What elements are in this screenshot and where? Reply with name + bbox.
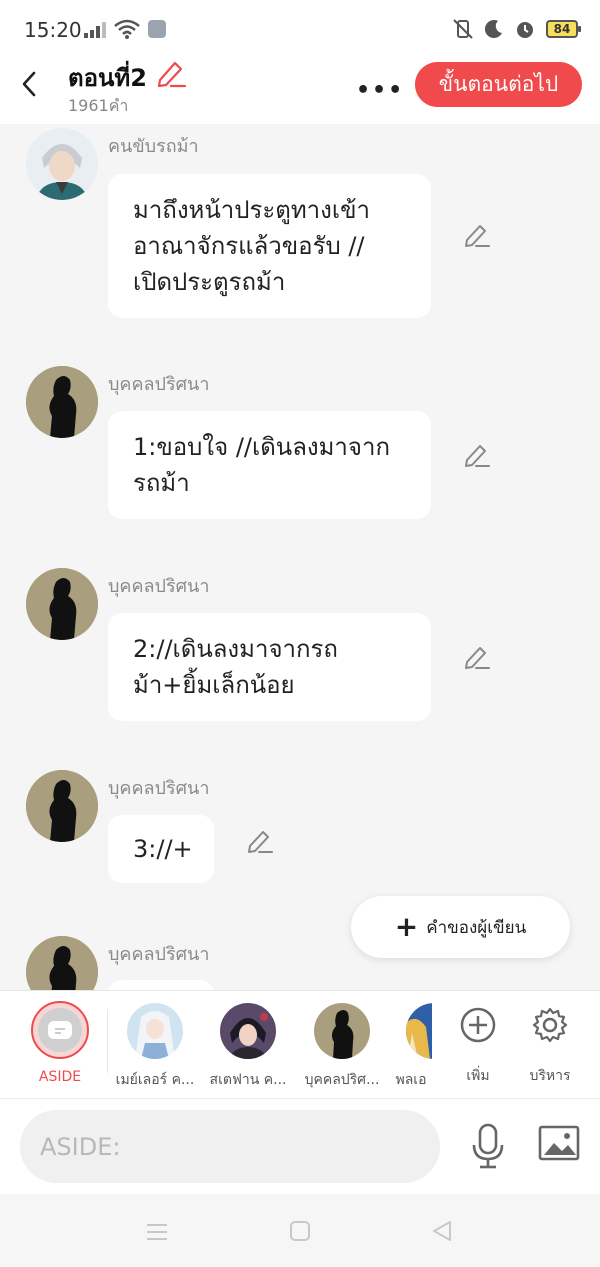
edit-message-icon[interactable] [463,222,491,248]
app-badge-icon [148,20,166,38]
wifi-icon [114,19,140,39]
speaker-name: บุคคลปริศนา [108,374,210,395]
edit-title-icon[interactable] [155,58,187,88]
message-bubble[interactable]: 2://เดินลงมาจากรถ ม้า+ยิ้มเล็กน้อย [108,613,431,721]
home-icon[interactable] [289,1220,311,1242]
character-label: บุคคลปริศ... [304,1072,380,1088]
system-nav-bar [0,1194,600,1267]
strip-divider [107,1009,108,1073]
manage-characters-button[interactable]: บริหาร [522,1003,578,1087]
avatar-silhouette[interactable] [26,366,98,438]
back-button[interactable] [14,66,44,102]
message-input[interactable] [20,1110,440,1183]
add-circle-icon [460,1007,496,1043]
status-time: 15:20 [24,18,82,42]
edit-message-icon[interactable] [246,828,274,854]
add-character-label: เพิ่ม [466,1068,490,1084]
speaker-name: บุคคลปริศนา [108,944,210,965]
moon-icon [484,20,502,39]
manage-label: บริหาร [529,1068,571,1084]
character-label: เมย์เลอร์ ค... [115,1072,195,1088]
word-count: 1961คำ [68,96,129,115]
edit-message-icon[interactable] [463,644,491,670]
character-item[interactable]: พลเอ [390,1003,432,1091]
message-bubble[interactable]: มาถึงหน้าประตูทางเข้า อาณาจักรแล้วขอรับ … [108,174,431,318]
avatar-silhouette[interactable] [26,568,98,640]
speaker-name: คนขับรถม้า [108,136,199,157]
avatar-driver[interactable] [26,128,98,200]
avatar-silhouette [314,1003,370,1059]
edit-message-icon[interactable] [463,442,491,468]
character-label: ASIDE [38,1069,82,1085]
battery-icon: 84 [546,20,581,38]
avatar-silhouette[interactable] [26,770,98,842]
character-label: สเตฟาน ค... [209,1072,287,1088]
character-aside[interactable]: ASIDE [30,1001,90,1085]
signal-icon [84,22,106,38]
character-item[interactable]: สเตฟาน ค... [204,1003,292,1091]
author-note-button[interactable]: + คำของผู้เขียน [351,896,570,958]
input-area [0,1098,600,1194]
next-step-button[interactable]: ขั้นตอนต่อไป [415,62,582,107]
message-bubble[interactable]: 1:ขอบใจ //เดินลงมาจาก รถม้า [108,411,431,519]
vibrate-off-icon [453,19,473,39]
back-nav-icon[interactable] [430,1219,454,1243]
image-icon[interactable] [538,1125,580,1161]
character-label: พลเอ [395,1072,427,1088]
microphone-icon[interactable] [470,1123,506,1169]
message-bubble[interactable]: 3://+ [108,815,214,883]
gear-icon [532,1007,568,1043]
character-item[interactable]: บุคคลปริศ... [297,1003,387,1091]
status-bar: 15:20 84 [0,0,600,58]
plus-icon: + [394,910,419,943]
add-character-button[interactable]: เพิ่ม [456,1003,500,1087]
character-strip: ASIDE เมย์เลอร์ ค... สเตฟาน ค... บุคคลปร… [0,990,600,1098]
header: ตอนที่2 1961คำ ••• ขั้นตอนต่อไป [0,58,600,124]
menu-icon[interactable] [145,1222,169,1242]
author-note-label: คำของผู้เขียน [426,917,527,938]
speaker-name: บุคคลปริศนา [108,576,210,597]
avatar-partial [406,1003,432,1059]
avatar-white-hair [127,1003,183,1059]
chevron-left-icon [22,71,36,97]
speaker-name: บุคคลปริศนา [108,778,210,799]
alarm-icon [517,22,533,38]
avatar-dark-hair [220,1003,276,1059]
character-item[interactable]: เมย์เลอร์ ค... [112,1003,198,1091]
more-options-icon[interactable]: ••• [356,78,404,103]
aside-icon [31,1001,89,1059]
episode-title[interactable]: ตอนที่2 [68,58,147,97]
